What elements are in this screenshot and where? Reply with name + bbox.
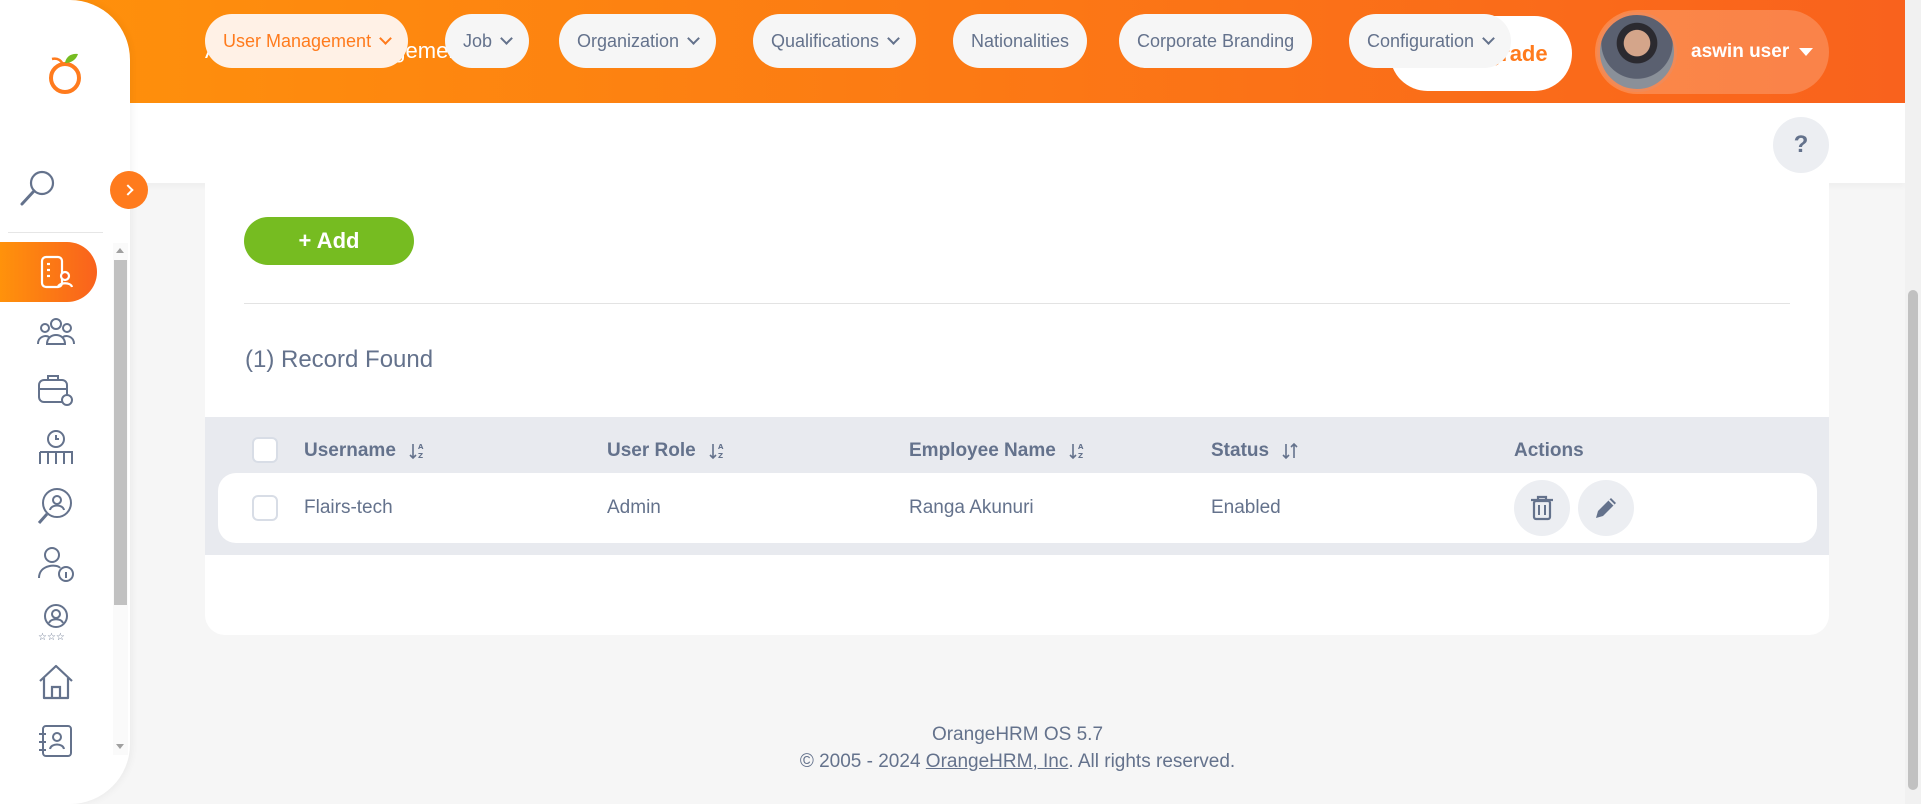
tab-label: Qualifications [771, 30, 880, 51]
sort-icon[interactable]: AZ [408, 441, 426, 461]
footer-version: OrangeHRM OS 5.7 [931, 724, 1104, 745]
cell-status: Enabled [1211, 497, 1281, 518]
sort-icon[interactable] [1281, 441, 1299, 461]
cell-user-role: Admin [607, 497, 661, 518]
column-label: Employee Name [909, 440, 1056, 461]
orangehrm-logo-icon [49, 53, 81, 94]
scroll-down-icon[interactable] [116, 744, 124, 749]
column-label: Username [304, 440, 396, 461]
sidebar: ☆☆☆ [0, 0, 130, 804]
leave-icon[interactable] [36, 370, 76, 410]
pencil-icon [1596, 498, 1616, 518]
column-header-username[interactable]: Username AZ [304, 440, 426, 462]
column-header-user-role[interactable]: User Role AZ [607, 440, 726, 462]
tab-label: Corporate Branding [1137, 30, 1295, 51]
select-all-checkbox[interactable] [252, 437, 278, 463]
search-icon[interactable] [18, 168, 58, 208]
page-scrollbar-thumb[interactable] [1908, 290, 1918, 790]
tab-nationalities[interactable]: Nationalities [953, 14, 1088, 68]
user-name: aswin user [1691, 41, 1790, 62]
delete-button[interactable] [1514, 480, 1570, 536]
tab-user-management[interactable]: User Management [205, 14, 409, 68]
chevron-down-icon [887, 32, 900, 45]
help-button[interactable]: ? [1773, 117, 1829, 173]
svg-text:Z: Z [718, 452, 723, 460]
chevron-down-icon [1482, 32, 1495, 45]
sidebar-scrollbar-thumb[interactable] [114, 260, 127, 605]
time-icon[interactable] [36, 428, 76, 468]
divider [244, 303, 1790, 304]
trash-icon [1531, 495, 1553, 521]
recruitment-icon[interactable] [36, 486, 76, 526]
admin-icon [40, 255, 73, 289]
pim-icon[interactable] [36, 312, 76, 352]
sidebar-item-admin[interactable] [0, 242, 97, 302]
svg-text:Z: Z [418, 452, 423, 460]
copyright-suffix: . All rights reserved. [1068, 751, 1236, 772]
sort-icon[interactable]: AZ [1068, 441, 1086, 461]
svg-text:☆☆☆: ☆☆☆ [38, 632, 65, 642]
chevron-down-icon [379, 32, 392, 45]
directory-icon[interactable] [36, 722, 76, 762]
svg-text:A: A [418, 443, 424, 451]
tab-configuration[interactable]: Configuration [1349, 14, 1512, 68]
tab-label: Job [463, 30, 493, 51]
company-link[interactable]: OrangeHRM, Inc [926, 751, 1069, 772]
column-label: Status [1211, 440, 1270, 461]
caret-down-icon [1799, 48, 1814, 56]
svg-text:Z: Z [1078, 452, 1083, 460]
chevron-down-icon [500, 32, 513, 45]
tab-qualifications[interactable]: Qualifications [753, 14, 917, 68]
cell-username: Flairs-tech [304, 497, 393, 518]
column-header-employee-name[interactable]: Employee Name AZ [909, 440, 1086, 462]
cell-employee-name: Ranga Akunuri [909, 497, 1034, 518]
sort-icon[interactable]: AZ [708, 441, 726, 461]
help-icon: ? [1793, 131, 1809, 158]
chevron-down-icon [687, 32, 700, 45]
column-header-actions: Actions [1514, 440, 1584, 462]
copyright-prefix: © 2005 - 2024 [799, 751, 926, 772]
tab-organization[interactable]: Organization [559, 14, 717, 68]
svg-text:A: A [1078, 443, 1084, 451]
sidebar-toggle-button[interactable] [110, 171, 148, 209]
scroll-up-icon[interactable] [116, 248, 124, 253]
tab-label: User Management [223, 30, 372, 51]
avatar [1597, 12, 1677, 92]
column-label: Actions [1514, 440, 1584, 461]
tab-job[interactable]: Job [445, 14, 530, 68]
tab-label: Organization [577, 30, 680, 51]
column-label: User Role [607, 440, 696, 461]
performance-icon[interactable]: ☆☆☆ [36, 602, 76, 642]
column-header-status[interactable]: Status [1211, 440, 1299, 462]
my-info-icon[interactable] [36, 544, 76, 584]
row-checkbox[interactable] [252, 495, 278, 521]
tab-label: Configuration [1367, 30, 1475, 51]
footer-copyright: © 2005 - 2024 OrangeHRM, Inc. All rights… [0, 751, 1905, 773]
records-found: (1) Record Found [245, 346, 434, 373]
dashboard-icon[interactable] [36, 662, 76, 702]
add-button[interactable]: + Add [244, 217, 414, 265]
svg-text:A: A [718, 443, 724, 451]
edit-button[interactable] [1578, 480, 1634, 536]
tab-label: Nationalities [971, 30, 1070, 51]
top-nav [130, 103, 1905, 183]
tab-corporate-branding[interactable]: Corporate Branding [1119, 14, 1313, 68]
user-dropdown[interactable]: aswin user [1595, 10, 1829, 94]
sidebar-divider [8, 232, 103, 233]
records-card [205, 183, 1829, 635]
chevron-right-icon [121, 184, 134, 196]
